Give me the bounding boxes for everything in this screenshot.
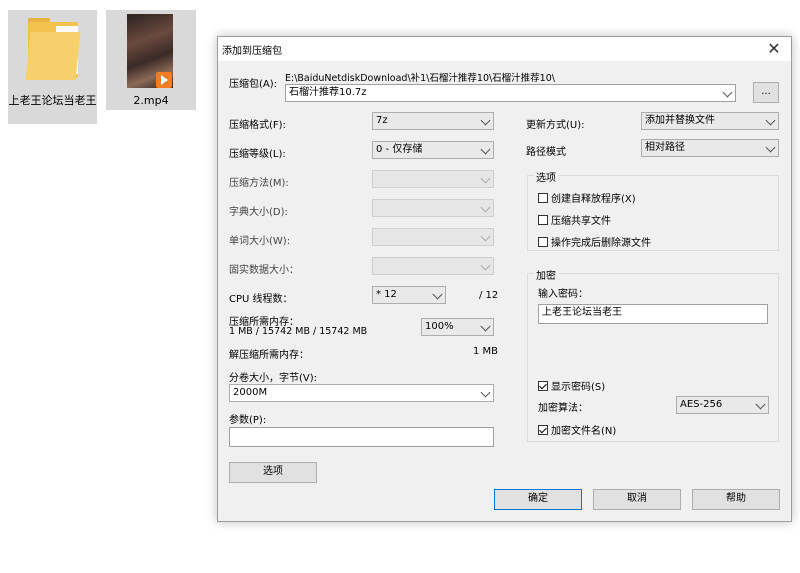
volume-combo[interactable]: 2000M: [229, 384, 494, 402]
solid-select: [372, 257, 494, 275]
path-select[interactable]: 相对路径: [641, 139, 779, 157]
dict-select: [372, 199, 494, 217]
chevron-down-icon: [480, 115, 491, 126]
help-button[interactable]: 帮助: [692, 489, 780, 510]
options-group-title: 选项: [534, 169, 558, 184]
cancel-button[interactable]: 取消: [593, 489, 681, 510]
cpu-label: CPU 线程数：: [229, 294, 293, 305]
level-label: 压缩等级(L):: [229, 149, 286, 160]
decomp-value: 1 MB: [473, 346, 499, 357]
folder-icon-item[interactable]: 上老王论坛当老王: [8, 10, 97, 124]
chevron-down-icon: [765, 115, 776, 126]
solid-label: 固实数据大小：: [229, 265, 299, 276]
show-password-checkbox[interactable]: 显示密码(S): [538, 378, 605, 393]
archive-path: E:\BaiduNetdiskDownload\补1\石榴汁推荐10\石榴汁推荐…: [285, 73, 555, 84]
cpu-select[interactable]: * 12: [372, 286, 446, 304]
params-input[interactable]: [229, 427, 494, 447]
chevron-down-icon: [765, 142, 776, 153]
chevron-down-icon: [480, 144, 491, 155]
archive-label: 压缩包(A):: [229, 79, 278, 90]
chevron-down-icon: [755, 399, 766, 410]
word-label: 单词大小(W):: [229, 236, 291, 247]
archive-name-combo[interactable]: 石榴汁推荐10.7z: [285, 84, 736, 102]
method-label: 压缩方法(M):: [229, 178, 289, 189]
play-icon: [156, 72, 172, 88]
options-button[interactable]: 选项: [229, 462, 317, 483]
params-label: 参数(P):: [229, 415, 267, 426]
video-label: 2.mp4: [133, 94, 169, 107]
video-file-item[interactable]: 2.mp4: [106, 10, 196, 110]
method-select: [372, 170, 494, 188]
encrypt-names-checkbox[interactable]: 加密文件名(N): [538, 422, 616, 437]
algo-select[interactable]: AES-256: [676, 396, 769, 414]
update-label: 更新方式(U):: [526, 120, 585, 131]
chevron-down-icon: [480, 321, 491, 332]
word-select: [372, 228, 494, 246]
format-select[interactable]: 7z: [372, 112, 494, 130]
close-icon[interactable]: ✕: [763, 38, 785, 60]
encrypt-group: 加密 输入密码： 上老王论坛当老王 显示密码(S) 加密算法： AES-256 …: [527, 267, 779, 442]
mem-detail: 1 MB / 15742 MB / 15742 MB: [229, 326, 368, 337]
chevron-down-icon: [722, 87, 733, 98]
level-select[interactable]: 0 - 仅存储: [372, 141, 494, 159]
dialog-title: 添加到压缩包: [222, 46, 282, 57]
password-input[interactable]: 上老王论坛当老王: [538, 304, 768, 324]
mem-select[interactable]: 100%: [421, 318, 494, 336]
algo-label: 加密算法：: [538, 403, 588, 414]
format-label: 压缩格式(F):: [229, 120, 286, 131]
folder-label: 上老王论坛当老王: [8, 94, 97, 107]
decomp-label: 解压缩所需内存：: [229, 350, 309, 361]
options-group: 选项 创建自释放程序(X) 压缩共享文件 操作完成后删除源文件: [527, 169, 779, 251]
update-select[interactable]: 添加并替换文件: [641, 112, 779, 130]
sfx-checkbox[interactable]: 创建自释放程序(X): [538, 190, 636, 205]
delete-checkbox[interactable]: 操作完成后删除源文件: [538, 234, 651, 249]
cpu-total: / 12: [479, 290, 499, 301]
shared-checkbox[interactable]: 压缩共享文件: [538, 212, 611, 227]
archive-name-value: 石榴汁推荐10.7z: [289, 87, 367, 98]
chevron-down-icon: [480, 387, 491, 398]
browse-button[interactable]: ...: [753, 82, 779, 103]
encrypt-group-title: 加密: [534, 267, 558, 282]
path-label: 路径模式: [526, 147, 566, 158]
ok-button[interactable]: 确定: [494, 489, 582, 510]
chevron-down-icon: [432, 289, 443, 300]
dict-label: 字典大小(D):: [229, 207, 288, 218]
volume-label: 分卷大小，字节(V):: [229, 373, 318, 384]
add-to-archive-dialog: 添加到压缩包 ✕ 压缩包(A): E:\BaiduNetdiskDownload…: [217, 36, 792, 522]
title-bar: 添加到压缩包 ✕: [218, 37, 791, 61]
password-label: 输入密码：: [538, 289, 588, 300]
